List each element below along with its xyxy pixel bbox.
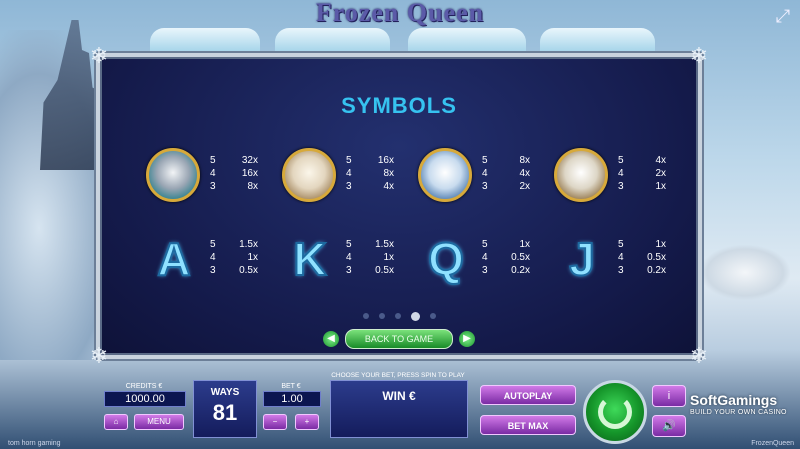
win-display: WIN €: [330, 380, 468, 438]
credits-value: 1000.00: [104, 391, 186, 407]
info-button[interactable]: i: [652, 385, 686, 407]
paytable-payouts: 5 1.5x 4 1x 3 0.5x: [210, 239, 258, 276]
spin-prompt: CHOOSE YOUR BET, PRESS SPIN TO PLAY: [331, 372, 465, 379]
expand-icon[interactable]: ⤢: [772, 5, 794, 27]
letter-k-icon: K: [292, 232, 327, 286]
credits-label: CREDITS €: [125, 383, 163, 390]
bet-max-button[interactable]: BET MAX: [480, 415, 576, 435]
paytable-panel: ❄ ❄ ❄ ❄ SYMBOLS 5 32x 4 16x 3 8x 5 16x 4 8x 3…: [90, 43, 708, 368]
symbol-polar-bear: 5 16x 4 8x 3 4x: [282, 146, 412, 210]
page-dot[interactable]: [410, 312, 420, 321]
softgamings-tagline: BUILD YOUR OWN CASINO: [690, 409, 787, 416]
game-title: Frozen Queen: [315, 0, 485, 27]
page-dot[interactable]: [362, 313, 369, 319]
page-indicator: [100, 312, 698, 321]
paytable-navigation: ◀ BACK TO GAME ▶: [100, 329, 698, 349]
arctic-fox-icon: [418, 148, 472, 202]
ways-display: WAYS 81: [193, 380, 257, 438]
symbol-white-tiger: 5 32x 4 16x 3 8x: [146, 146, 276, 210]
paytable-payouts: 5 1x 4 0.5x 3 0.2x: [482, 239, 530, 276]
symbol-j: J 5 1x 4 0.5x 3 0.2x: [554, 230, 684, 294]
home-icon[interactable]: ⌂: [104, 414, 128, 430]
symbol-k: K 5 1.5x 4 1x 3 0.5x: [282, 230, 412, 294]
paytable-payouts: 5 1x 4 0.5x 3 0.2x: [618, 239, 666, 276]
paytable-payouts: 5 32x 4 16x 3 8x: [210, 155, 258, 192]
paytable-payouts: 5 8x 4 4x 3 2x: [482, 155, 530, 192]
page-dot[interactable]: [429, 313, 436, 319]
speaker-icon[interactable]: 🔊: [652, 415, 686, 437]
paytable-title: SYMBOLS: [341, 93, 457, 118]
next-page-button[interactable]: ▶: [459, 331, 475, 347]
prev-page-button[interactable]: ◀: [323, 331, 339, 347]
autoplay-button[interactable]: AUTOPLAY: [480, 385, 576, 405]
ways-value: 81: [212, 400, 238, 425]
symbol-snowy-owl: 5 4x 4 2x 3 1x: [554, 146, 684, 210]
polar-bear-icon: [282, 148, 336, 202]
back-to-game-button[interactable]: BACK TO GAME: [345, 329, 453, 349]
win-label: WIN €: [382, 389, 416, 403]
menu-button[interactable]: MENU: [134, 414, 184, 430]
provider-name: tom horn gaming: [8, 440, 61, 447]
page-dot[interactable]: [394, 313, 401, 319]
background-polar-bear: [700, 245, 790, 300]
paytable-payouts: 5 1.5x 4 1x 3 0.5x: [346, 239, 394, 276]
game-name-footer: FrozenQueen: [751, 440, 794, 447]
ways-label: WAYS: [210, 387, 240, 398]
spin-button[interactable]: [583, 380, 647, 444]
frost-corner-icon: ❄: [689, 43, 709, 68]
bet-value: 1.00: [263, 391, 321, 407]
letter-a-icon: A: [156, 232, 191, 286]
bet-increase-button[interactable]: +: [295, 414, 319, 430]
symbol-q: Q 5 1x 4 0.5x 3 0.2x: [418, 230, 548, 294]
paytable-payouts: 5 16x 4 8x 3 4x: [346, 155, 394, 192]
white-tiger-icon: [146, 148, 200, 202]
letter-q-icon: Q: [427, 232, 465, 286]
snowy-owl-icon: [554, 148, 608, 202]
symbol-a: A 5 1.5x 4 1x 3 0.5x: [146, 230, 276, 294]
spin-arrow-icon: [598, 395, 632, 429]
softgamings-logo: SoftGamings: [690, 392, 778, 408]
bet-label: BET €: [281, 383, 301, 390]
symbol-arctic-fox: 5 8x 4 4x 3 2x: [418, 146, 548, 210]
paytable-payouts: 5 4x 4 2x 3 1x: [618, 155, 666, 192]
bet-decrease-button[interactable]: −: [263, 414, 287, 430]
page-dot[interactable]: [378, 313, 385, 319]
letter-j-icon: J: [568, 232, 596, 286]
frost-corner-icon: ❄: [89, 43, 109, 68]
